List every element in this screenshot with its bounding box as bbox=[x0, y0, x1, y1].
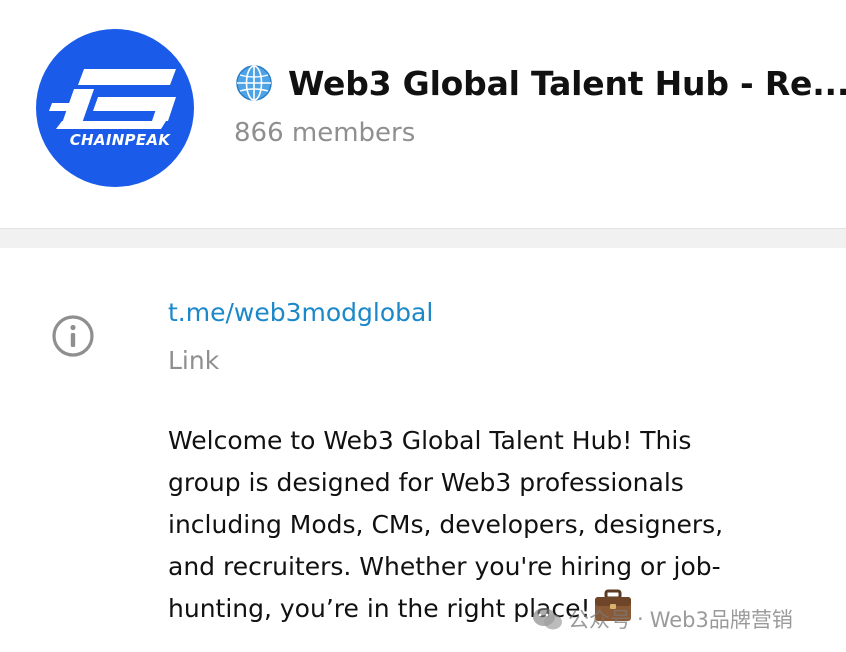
watermark: 公众号 · Web3品牌营销 bbox=[532, 602, 793, 636]
description-line: and recruiters. Whether you're hiring or… bbox=[168, 552, 721, 581]
description-text: hunting, you’re in the right place! bbox=[168, 594, 591, 623]
globe-icon bbox=[236, 65, 272, 101]
watermark-separator: · bbox=[637, 607, 644, 631]
avatar-logo-text: CHAINPEAK bbox=[69, 131, 171, 149]
watermark-prefix: 公众号 bbox=[568, 608, 631, 632]
group-header: CHAINPEAK Web3 Global Talent Hub - Re...… bbox=[0, 0, 846, 228]
info-icon bbox=[52, 315, 94, 357]
group-info-page: CHAINPEAK Web3 Global Talent Hub - Re...… bbox=[0, 0, 846, 652]
watermark-name: Web3品牌营销 bbox=[649, 608, 793, 632]
group-link[interactable]: t.me/web3modglobal bbox=[168, 298, 433, 327]
member-count: 866 members bbox=[234, 118, 416, 148]
link-caption: Link bbox=[168, 346, 220, 375]
chainpeak-logo-icon bbox=[49, 69, 176, 129]
description-line: Welcome to Web3 Global Talent Hub! This bbox=[168, 426, 692, 455]
wechat-logo-icon bbox=[533, 608, 562, 630]
section-divider bbox=[0, 228, 846, 248]
group-avatar[interactable]: CHAINPEAK bbox=[36, 29, 194, 187]
group-description: Welcome to Web3 Global Talent Hub! This … bbox=[168, 420, 768, 630]
group-title-row: Web3 Global Talent Hub - Re... bbox=[235, 60, 846, 106]
description-line: including Mods, CMs, developers, designe… bbox=[168, 510, 724, 539]
group-title: Web3 Global Talent Hub - Re... bbox=[288, 63, 846, 103]
description-line: group is designed for Web3 professionals bbox=[168, 468, 684, 497]
